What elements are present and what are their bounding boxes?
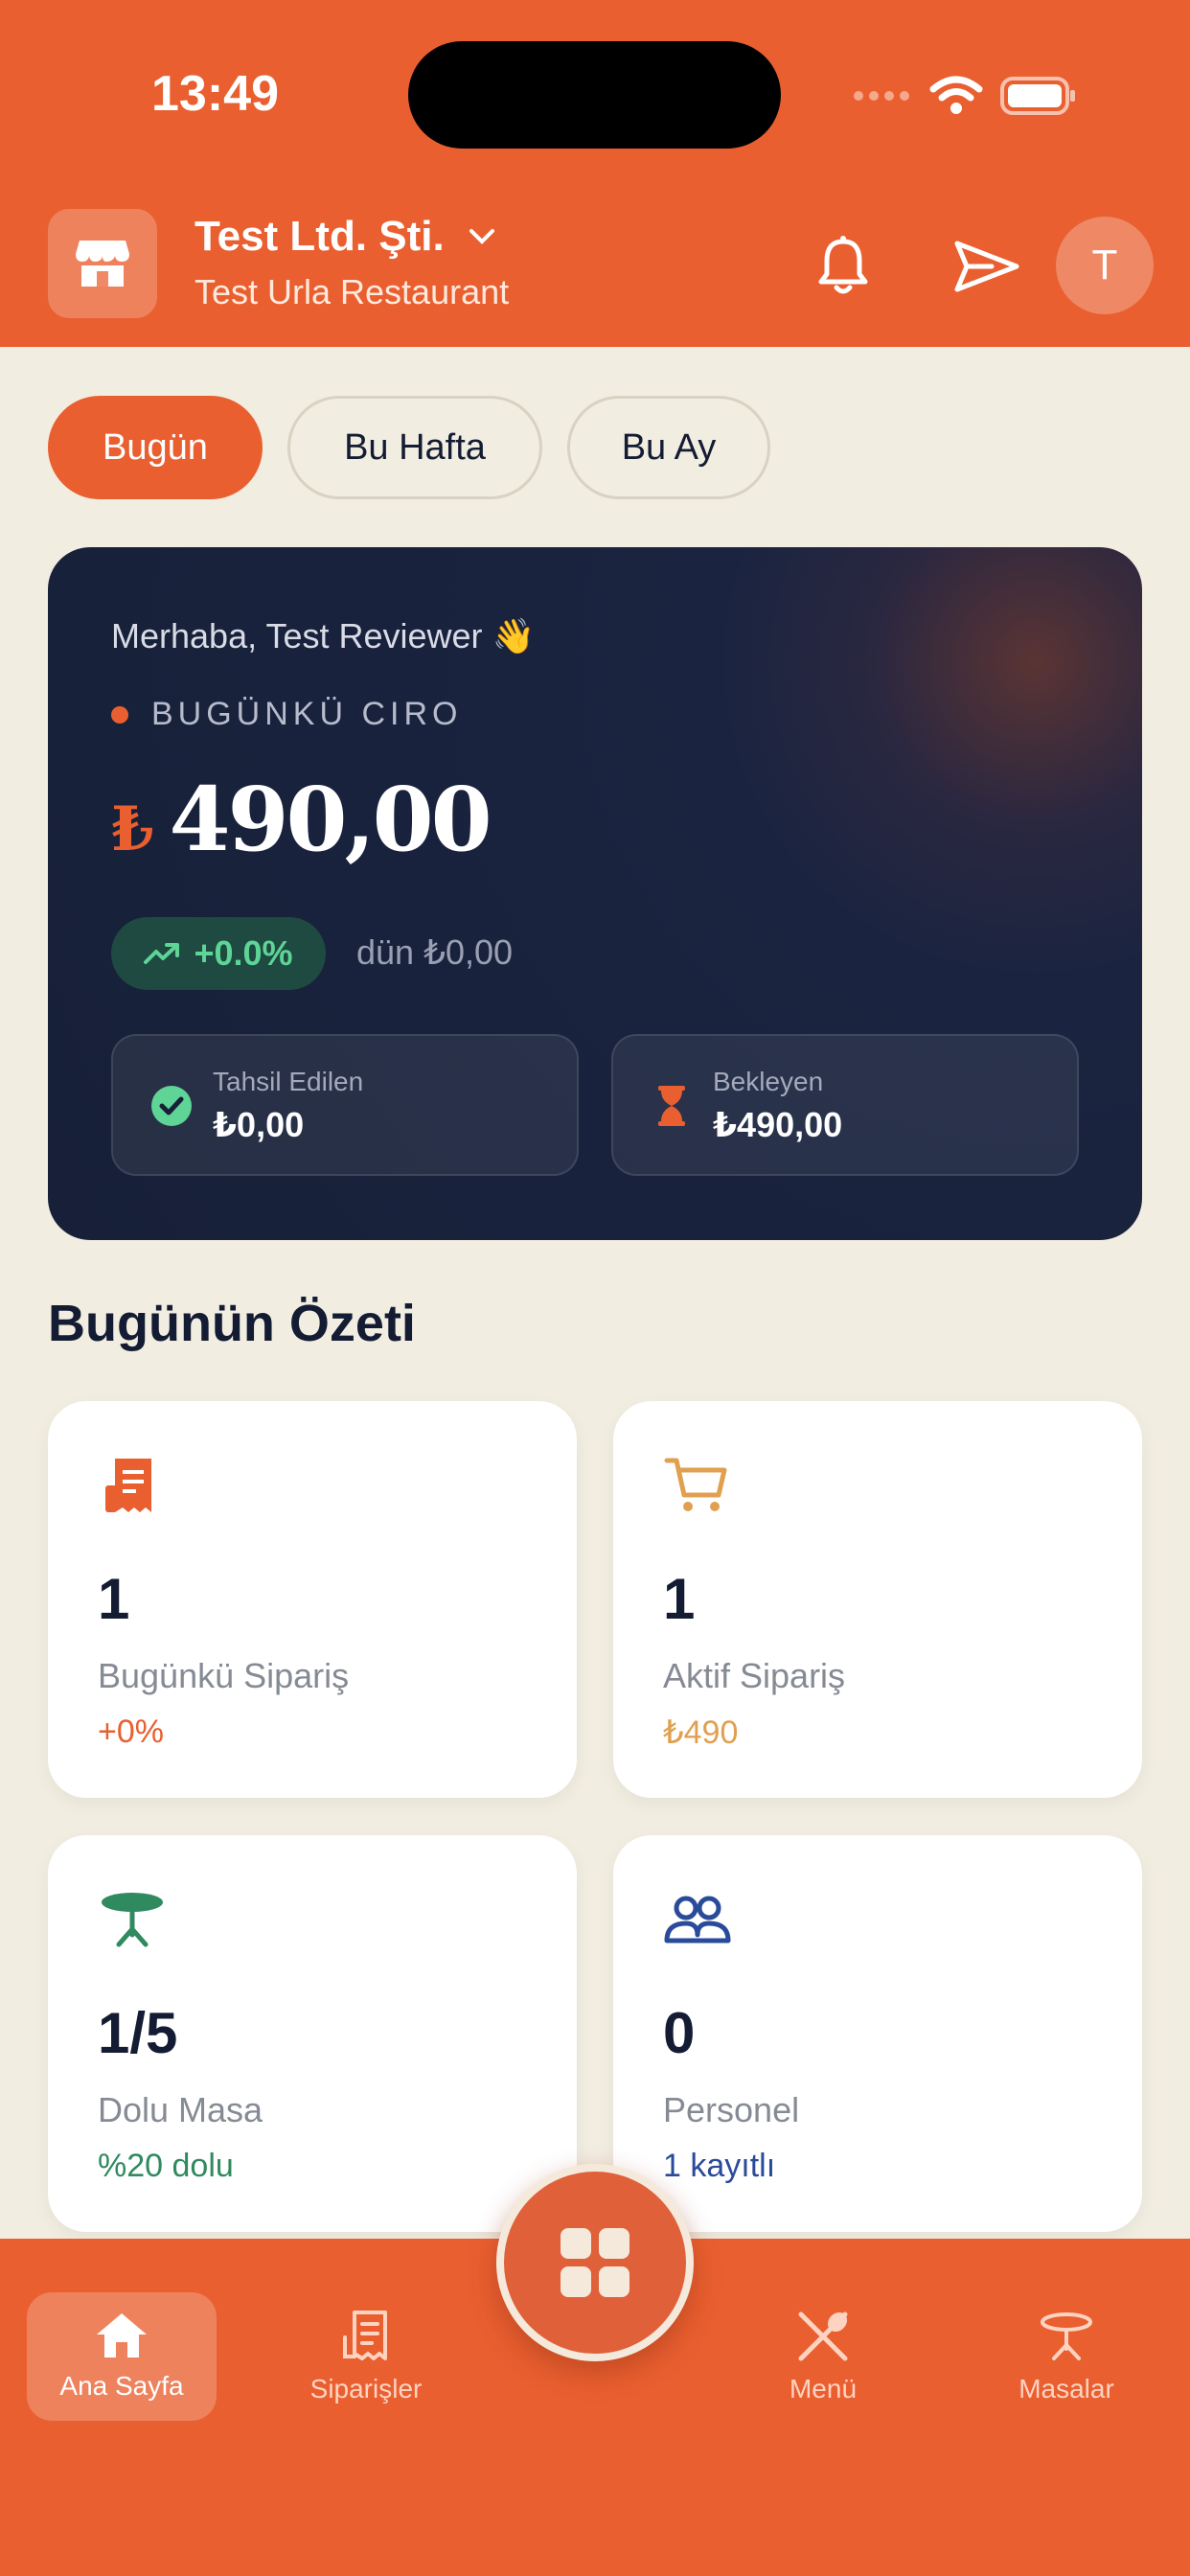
status-time: 13:49 — [151, 66, 279, 122]
stat-value: 1 — [663, 1567, 696, 1631]
chevron-down-icon — [469, 229, 494, 244]
filter-this-month[interactable]: Bu Ay — [567, 396, 770, 499]
company-name: Test Ltd. Şti. — [195, 213, 445, 260]
summary-title: Bugünün Özeti — [48, 1295, 416, 1352]
company-selector[interactable]: Test Ltd. Şti. — [195, 213, 496, 261]
revenue-amount: ₺ 490,00 — [111, 768, 492, 871]
nav-label: Menü — [789, 2374, 858, 2404]
home-icon — [97, 2313, 147, 2358]
nav-orders[interactable]: Siparişler — [271, 2292, 461, 2421]
stat-label: Personel — [663, 2090, 800, 2129]
live-dot — [111, 705, 128, 724]
grid-icon — [561, 2228, 629, 2297]
collected-label: Tahsil Edilen — [213, 1067, 364, 1096]
receipt-icon — [105, 1459, 151, 1512]
stat-sub: +0% — [98, 1714, 164, 1750]
stat-label: Aktif Sipariş — [663, 1656, 846, 1695]
app-header: 13:49 Test Ltd. Şti. Test Urla Restauran… — [0, 0, 1190, 347]
table-icon — [1041, 2312, 1092, 2360]
nav-label: Siparişler — [309, 2374, 423, 2404]
nav-menu[interactable]: Menü — [728, 2292, 918, 2421]
store-button[interactable] — [48, 209, 157, 318]
status-icons — [853, 73, 1077, 119]
filter-today[interactable]: Bugün — [48, 396, 263, 499]
pending-value: ₺490,00 — [713, 1105, 843, 1144]
wifi-icon — [929, 76, 983, 114]
nav-label: Ana Sayfa — [59, 2371, 184, 2401]
send-icon — [954, 241, 1019, 292]
stat-staff[interactable]: 0 Personel 1 kayıtlı — [613, 1835, 1142, 2232]
hourglass-icon — [658, 1086, 685, 1126]
stat-occupied-tables[interactable]: 1/5 Dolu Masa %20 dolu — [48, 1835, 577, 2232]
greeting: Merhaba, Test Reviewer 👋 — [111, 616, 536, 656]
avatar[interactable]: T — [1056, 217, 1154, 314]
cutlery-icon — [798, 2312, 848, 2361]
branch-name: Test Urla Restaurant — [195, 272, 510, 311]
battery-icon — [1000, 77, 1075, 115]
pending-label: Bekleyen — [713, 1067, 824, 1096]
stat-value: 1/5 — [98, 2001, 178, 2065]
yesterday-revenue: dün ₺0,00 — [356, 932, 514, 972]
send-button[interactable] — [947, 226, 1027, 307]
center-menu-button[interactable] — [496, 2164, 694, 2361]
revenue-value: 490,00 — [169, 768, 492, 871]
stat-sub: ₺490 — [663, 1714, 739, 1751]
check-circle-icon — [151, 1086, 192, 1126]
table-icon — [102, 1893, 163, 1947]
bell-icon — [818, 236, 868, 294]
trend-value: +0.0% — [194, 933, 293, 973]
nav-label: Masalar — [1018, 2374, 1114, 2404]
people-icon — [664, 1896, 731, 1944]
filter-this-week[interactable]: Bu Hafta — [287, 396, 542, 499]
currency-symbol: ₺ — [111, 794, 154, 865]
stat-value: 0 — [663, 2001, 696, 2065]
stat-today-orders[interactable]: 1 Bugünkü Sipariş +0% — [48, 1401, 577, 1798]
trending-up-icon — [144, 943, 180, 964]
stat-label: Dolu Masa — [98, 2090, 263, 2129]
pending-box: Bekleyen ₺490,00 — [611, 1034, 1079, 1176]
revenue-label-text: BUGÜNKÜ CIRO — [151, 696, 463, 732]
dynamic-island — [408, 41, 781, 149]
stat-active-orders[interactable]: 1 Aktif Sipariş ₺490 — [613, 1401, 1142, 1798]
stat-sub: %20 dolu — [98, 2148, 234, 2184]
notifications-button[interactable] — [803, 226, 883, 307]
receipt-icon — [343, 2311, 387, 2360]
stat-label: Bugünkü Sipariş — [98, 1656, 350, 1695]
collected-value: ₺0,00 — [213, 1105, 305, 1144]
stat-value: 1 — [98, 1567, 130, 1631]
store-icon — [76, 241, 129, 287]
nav-home[interactable]: Ana Sayfa — [27, 2292, 217, 2421]
collected-box: Tahsil Edilen ₺0,00 — [111, 1034, 579, 1176]
cart-icon — [664, 1458, 727, 1511]
revenue-label: BUGÜNKÜ CIRO — [111, 696, 462, 733]
trend-badge: +0.0% — [111, 917, 326, 990]
revenue-card: Merhaba, Test Reviewer 👋 BUGÜNKÜ CIRO ₺ … — [48, 547, 1142, 1240]
nav-tables[interactable]: Masalar — [972, 2292, 1161, 2421]
stat-sub: 1 kayıtlı — [663, 2148, 776, 2184]
signal-icon — [854, 91, 909, 101]
